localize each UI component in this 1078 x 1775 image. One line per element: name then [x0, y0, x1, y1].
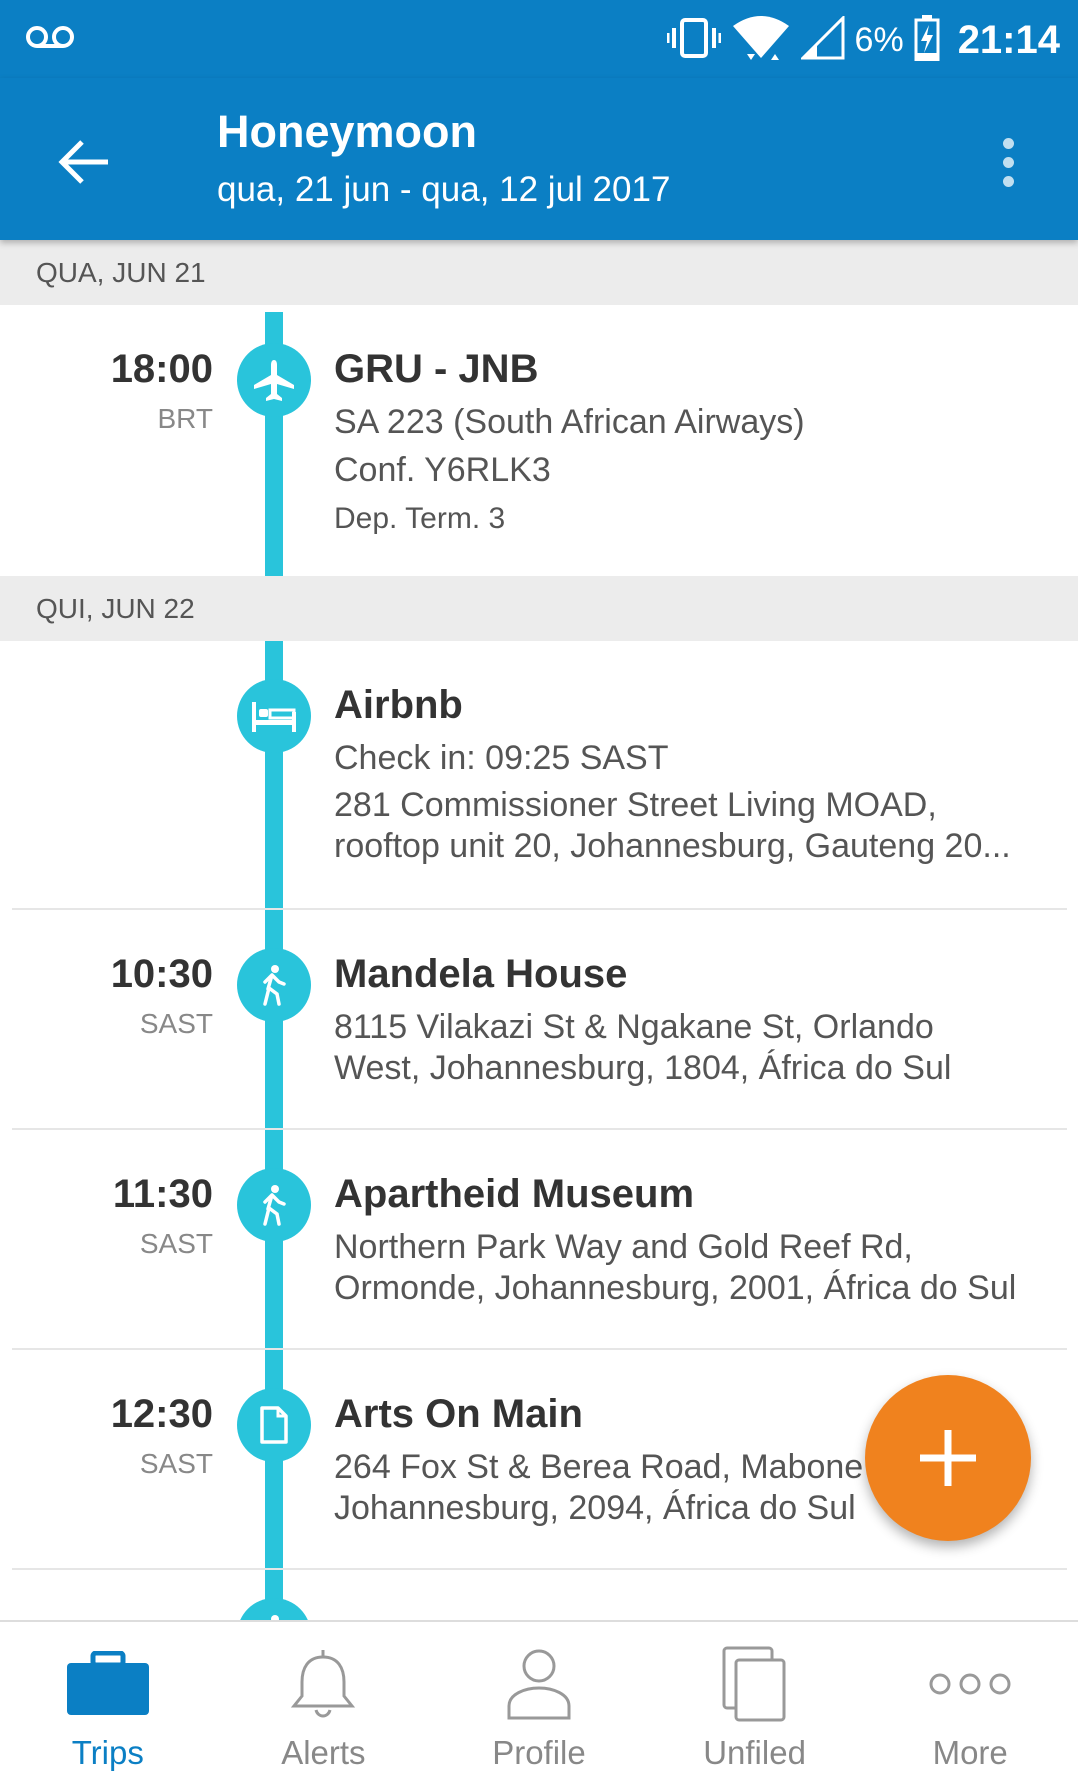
wifi-icon [731, 14, 791, 67]
bed-icon [237, 679, 311, 753]
app-bar: Honeymoon qua, 21 jun - qua, 12 jul 2017 [0, 78, 1078, 240]
item-detail: 8115 Vilakazi St & Ngakane St, Orlando [334, 1008, 934, 1046]
overflow-menu-button[interactable] [978, 126, 1038, 198]
nav-trips[interactable]: Trips [0, 1622, 216, 1775]
divider [12, 1568, 1067, 1570]
nav-label: Trips [71, 1734, 144, 1771]
activity-item[interactable]: 11:30 SAST Apartheid Museum Northern Par… [0, 1130, 1078, 1350]
item-title: Apartheid Museum [334, 1172, 695, 1216]
walking-icon [237, 948, 311, 1022]
status-bar: 6% 21:14 [0, 0, 1078, 78]
walking-icon [237, 1598, 311, 1620]
item-time: 10:30 [110, 952, 213, 996]
day-header: QUI, JUN 22 [0, 576, 1078, 641]
bell-icon [288, 1646, 358, 1722]
plus-icon [920, 1430, 976, 1486]
item-time: 11:30 [112, 1172, 213, 1216]
battery-charging-icon [914, 14, 940, 66]
back-button[interactable] [48, 126, 120, 198]
item-title: Arts On Main [334, 1392, 583, 1436]
item-detail: West, Johannesburg, 1804, África do Sul [334, 1049, 952, 1087]
nav-alerts[interactable]: Alerts [216, 1622, 432, 1775]
item-detail: Conf. Y6RLK3 [334, 451, 551, 489]
item-timezone: SAST [139, 1008, 213, 1039]
activity-item[interactable]: 10:30 SAST Mandela House 8115 Vilakazi S… [0, 910, 1078, 1130]
item-detail: Dep. Term. 3 [334, 502, 506, 535]
vibrate-icon [666, 16, 722, 65]
item-detail: SA 223 (South African Airways) [334, 403, 805, 441]
trip-dates: qua, 21 jun - qua, 12 jul 2017 [217, 170, 671, 209]
nav-unfiled[interactable]: Unfiled [647, 1622, 863, 1775]
item-detail: rooftop unit 20, Johannesburg, Gauteng 2… [334, 827, 1011, 865]
nav-profile[interactable]: Profile [431, 1622, 647, 1775]
document-icon [237, 1388, 311, 1462]
bottom-navigation: Trips Alerts Profile Unfiled More [0, 1620, 1078, 1775]
nav-more[interactable]: More [862, 1622, 1078, 1775]
lodging-item[interactable]: Airbnb Check in: 09:25 SAST 281 Commissi… [0, 641, 1078, 908]
clock: 21:14 [957, 17, 1060, 62]
voicemail-icon [26, 22, 74, 57]
item-title: Mandela House [334, 952, 628, 996]
day-header: QUA, JUN 21 [0, 240, 1078, 305]
item-detail: 281 Commissioner Street Living MOAD, [334, 786, 937, 824]
battery-percent: 6% [854, 20, 904, 59]
add-item-button[interactable] [865, 1375, 1031, 1541]
item-time: 12:30 [110, 1392, 213, 1436]
arrow-left-icon [58, 140, 108, 184]
nav-label: More [932, 1734, 1008, 1771]
nav-label: Unfiled [703, 1734, 806, 1771]
signal-icon [798, 13, 845, 65]
item-timezone: BRT [157, 403, 214, 434]
item-timezone: SAST [139, 1448, 213, 1479]
trip-title: Honeymoon [217, 106, 478, 157]
flight-item[interactable]: 18:00 BRT GRU - JNB SA 223 (South Africa… [0, 305, 1078, 577]
item-title: GRU - JNB [334, 347, 539, 391]
more-vert-icon [1002, 137, 1014, 149]
walking-icon [237, 1168, 311, 1242]
item-detail: Check in: 09:25 SAST [334, 739, 669, 777]
item-time: 18:00 [110, 347, 213, 391]
more-dots-icon [928, 1646, 1012, 1722]
person-icon [505, 1646, 573, 1722]
nav-label: Profile [492, 1734, 586, 1771]
item-detail: Ormonde, Johannesburg, 2001, África do S… [334, 1269, 1017, 1307]
item-title: Airbnb [334, 683, 463, 727]
item-detail: Northern Park Way and Gold Reef Rd, [334, 1228, 913, 1266]
item-timezone: SAST [139, 1228, 213, 1259]
airplane-icon [237, 343, 311, 417]
nav-label: Alerts [281, 1734, 366, 1771]
documents-icon [722, 1646, 788, 1722]
briefcase-icon [65, 1646, 151, 1722]
